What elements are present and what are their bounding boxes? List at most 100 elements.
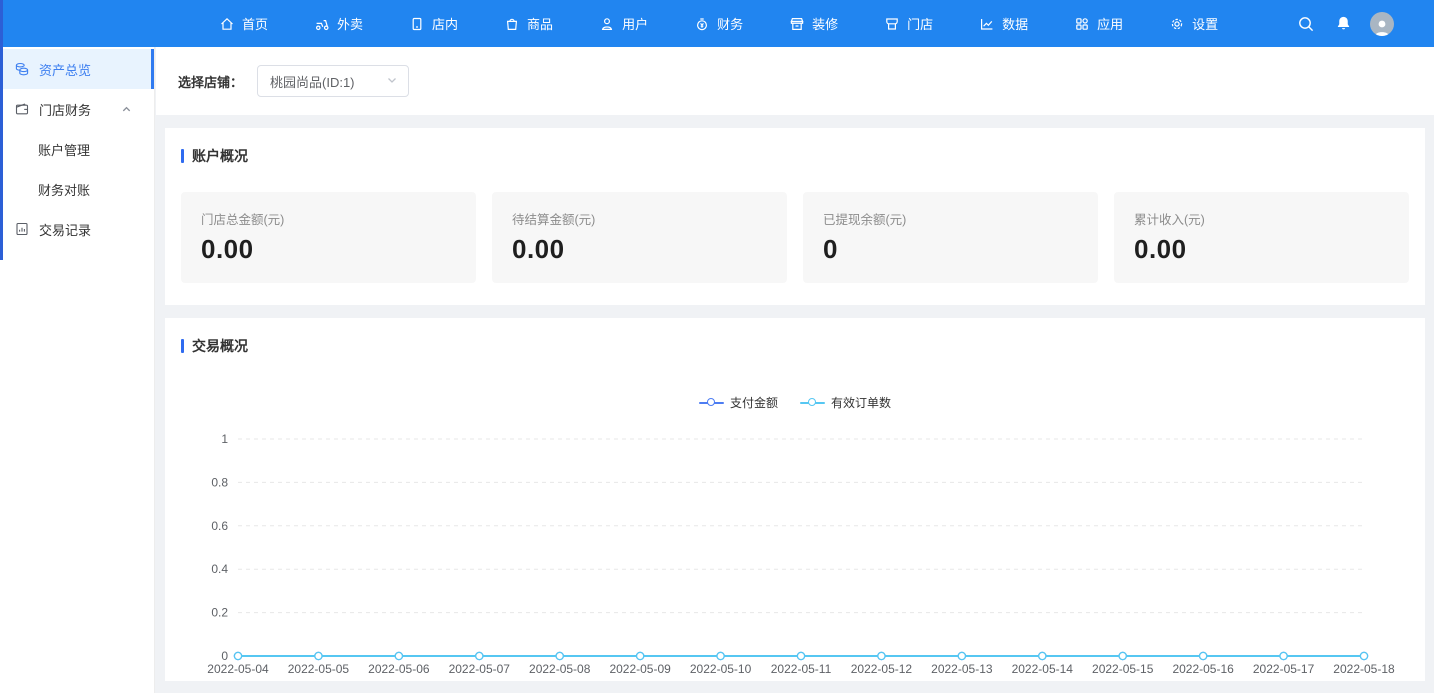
left-accent-strip [0, 0, 3, 260]
stat-card-store-total: 门店总金额(元) 0.00 [181, 192, 476, 283]
home-icon [219, 16, 235, 32]
account-overview-title: 账户概况 [181, 146, 1409, 166]
nav-item-label: 外卖 [337, 14, 363, 33]
legend-item-valid-orders[interactable]: 有效订单数 [800, 394, 891, 411]
nav-item-takeout[interactable]: 外卖 [291, 0, 386, 47]
sidebar-item-label: 交易记录 [39, 220, 91, 239]
transaction-overview-title: 交易概况 [181, 336, 1409, 356]
nav-item-store[interactable]: 门店 [861, 0, 956, 47]
stat-value: 0 [823, 234, 1078, 265]
svg-text:1: 1 [221, 432, 228, 446]
svg-text:2022-05-04: 2022-05-04 [207, 662, 269, 676]
assets-icon [14, 61, 30, 77]
svg-text:0: 0 [221, 649, 228, 663]
store-icon [884, 16, 900, 32]
stat-card-withdrawn-balance: 已提现余额(元) 0 [803, 192, 1098, 283]
goods-icon [504, 16, 520, 32]
account-overview-panel: 账户概况 门店总金额(元) 0.00 待结算金额(元) 0.00 已提现余额(元… [165, 128, 1425, 305]
data-icon [979, 16, 995, 32]
svg-text:0.4: 0.4 [211, 562, 228, 576]
notifications-button[interactable] [1333, 14, 1353, 34]
stat-label: 已提现余额(元) [823, 209, 1078, 228]
svg-text:2022-05-17: 2022-05-17 [1253, 662, 1315, 676]
sidebar-item-label: 财务对账 [38, 180, 90, 199]
nav-item-label: 装修 [812, 14, 838, 33]
svg-text:2022-05-18: 2022-05-18 [1333, 662, 1395, 676]
section-title-text: 账户概况 [192, 146, 248, 166]
nav-item-goods[interactable]: 商品 [481, 0, 576, 47]
nav-item-finance[interactable]: 财务 [671, 0, 766, 47]
user-avatar[interactable] [1370, 12, 1394, 36]
svg-text:2022-05-05: 2022-05-05 [288, 662, 350, 676]
nav-item-label: 设置 [1192, 14, 1218, 33]
shop-filter-bar: 选择店铺： 桃园尚品(ID:1) [156, 47, 1434, 115]
sidebar-item-store-finance[interactable]: 门店财务 [0, 89, 154, 129]
user-icon [599, 16, 615, 32]
svg-text:2022-05-13: 2022-05-13 [931, 662, 993, 676]
records-icon [14, 221, 30, 237]
nav-item-label: 应用 [1097, 14, 1123, 33]
stat-card-pending-settlement: 待结算金额(元) 0.00 [492, 192, 787, 283]
apps-icon [1074, 16, 1090, 32]
svg-text:2022-05-06: 2022-05-06 [368, 662, 430, 676]
nav-item-decorate[interactable]: 装修 [766, 0, 861, 47]
section-title-text: 交易概况 [192, 336, 248, 356]
legend-marker-icon [699, 398, 724, 408]
sidebar-item-transaction-records[interactable]: 交易记录 [0, 209, 154, 249]
sidebar-item-label: 门店财务 [39, 100, 91, 119]
finance-icon [694, 16, 710, 32]
svg-text:2022-05-07: 2022-05-07 [449, 662, 511, 676]
legend-label: 支付金额 [730, 394, 778, 411]
nav-item-label: 门店 [907, 14, 933, 33]
chevron-up-icon [121, 104, 132, 115]
legend-marker-icon [800, 398, 825, 408]
svg-text:2022-05-14: 2022-05-14 [1012, 662, 1074, 676]
delivery-icon [314, 16, 330, 32]
wallet-icon [14, 101, 30, 117]
search-button[interactable] [1296, 14, 1316, 34]
sidebar-item-account-management[interactable]: 账户管理 [0, 129, 154, 169]
nav-item-users[interactable]: 用户 [576, 0, 671, 47]
transaction-line-chart: 0 0.2 0.4 0.6 0.8 1 2022-05-04 2022-05-05 2022-0… [181, 425, 1410, 681]
title-accent-bar [181, 149, 184, 163]
chevron-down-icon [386, 74, 398, 89]
sidebar: 资产总览 门店财务 账户管理 财务对账 交易记录 [0, 47, 155, 693]
stat-label: 累计收入(元) [1134, 209, 1389, 228]
svg-text:0.6: 0.6 [211, 519, 228, 533]
search-icon [1297, 15, 1315, 33]
bell-icon [1335, 15, 1352, 32]
nav-right-tools [1296, 12, 1394, 36]
sidebar-item-asset-overview[interactable]: 资产总览 [0, 49, 154, 89]
sidebar-item-financial-reconciliation[interactable]: 财务对账 [0, 169, 154, 209]
nav-item-home[interactable]: 首页 [196, 0, 291, 47]
legend-item-payment-amount[interactable]: 支付金额 [699, 394, 778, 411]
nav-menu: 首页 外卖 店内 商品 用户 财务 装修 门店 [196, 0, 1241, 47]
stat-label: 门店总金额(元) [201, 209, 456, 228]
nav-item-label: 首页 [242, 14, 268, 33]
svg-text:0.2: 0.2 [211, 606, 228, 620]
shop-select[interactable]: 桃园尚品(ID:1) [257, 65, 409, 97]
settings-icon [1169, 16, 1185, 32]
main-content: 选择店铺： 桃园尚品(ID:1) 账户概况 门店总金额(元) 0.00 待结算金… [156, 47, 1434, 693]
svg-text:2022-05-15: 2022-05-15 [1092, 662, 1154, 676]
nav-item-label: 用户 [622, 14, 648, 33]
nav-item-instore[interactable]: 店内 [386, 0, 481, 47]
nav-item-data[interactable]: 数据 [956, 0, 1051, 47]
svg-text:0.8: 0.8 [211, 475, 228, 489]
decorate-icon [789, 16, 805, 32]
nav-item-label: 数据 [1002, 14, 1028, 33]
svg-text:2022-05-09: 2022-05-09 [609, 662, 671, 676]
top-navigation-bar: 首页 外卖 店内 商品 用户 财务 装修 门店 [0, 0, 1434, 47]
shop-select-value: 桃园尚品(ID:1) [270, 72, 355, 91]
nav-item-settings[interactable]: 设置 [1146, 0, 1241, 47]
legend-label: 有效订单数 [831, 394, 891, 411]
svg-text:2022-05-16: 2022-05-16 [1172, 662, 1234, 676]
sidebar-item-label: 资产总览 [39, 60, 91, 79]
stat-label: 待结算金额(元) [512, 209, 767, 228]
sidebar-item-label: 账户管理 [38, 140, 90, 159]
nav-item-apps[interactable]: 应用 [1051, 0, 1146, 47]
svg-text:2022-05-11: 2022-05-11 [771, 662, 832, 676]
nav-item-label: 店内 [432, 14, 458, 33]
avatar-person-icon [1372, 18, 1392, 36]
transaction-overview-panel: 交易概况 支付金额 有效订单数 0 0.2 0.4 0.6 0.8 1 2022-05-04… [165, 318, 1425, 681]
